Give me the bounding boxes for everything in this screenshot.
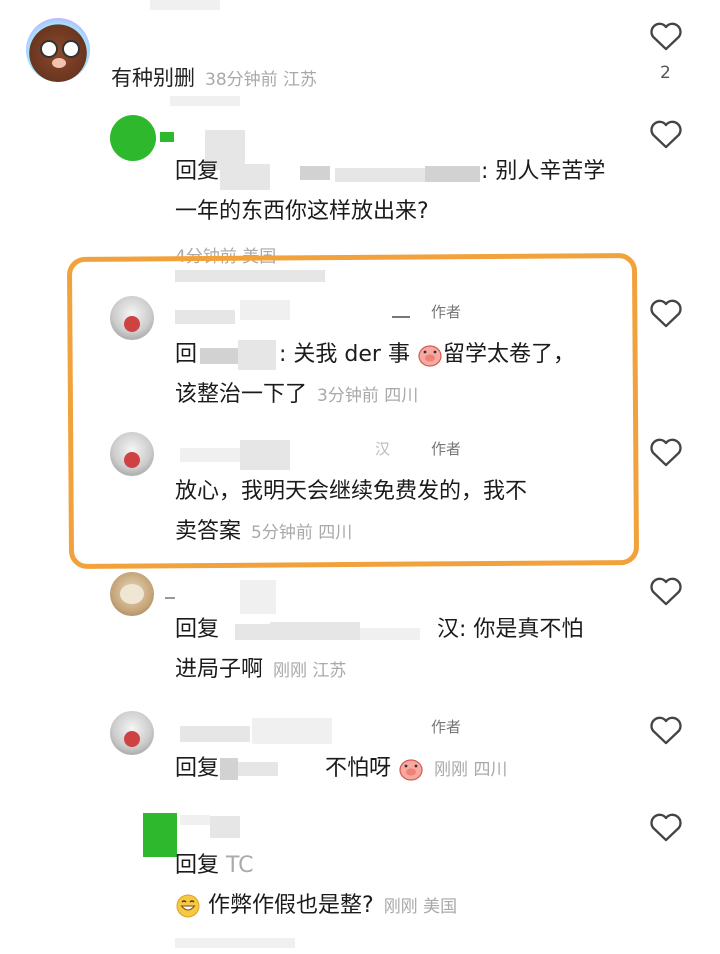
comment-text: 回复 汉: 你是真不怕 进局子啊 刚刚 江苏 bbox=[175, 610, 583, 691]
redacted-block bbox=[150, 0, 220, 10]
name-fragment: 汉 bbox=[375, 440, 391, 458]
comment-location: 江苏 bbox=[283, 70, 318, 90]
avatar-fragment bbox=[160, 132, 174, 142]
heart-outline-icon[interactable] bbox=[648, 297, 684, 329]
redacted-block bbox=[175, 270, 325, 282]
divider bbox=[165, 597, 175, 599]
comment-line: : 关我 der 事 bbox=[279, 342, 410, 367]
comments-screen: { "comments": [ {"name":"有种别删","time":"3… bbox=[0, 0, 720, 954]
heart-outline-icon[interactable] bbox=[648, 811, 684, 843]
comment-time: 刚刚 bbox=[383, 897, 418, 917]
redacted-block bbox=[220, 758, 238, 780]
comment-time: 刚刚 bbox=[434, 760, 469, 780]
redacted-block bbox=[175, 938, 295, 948]
redacted-block bbox=[360, 628, 420, 640]
comment-location: 四川 bbox=[473, 760, 508, 780]
author-tag: 作者 bbox=[431, 303, 462, 321]
avatar[interactable] bbox=[143, 813, 177, 857]
redacted-block bbox=[235, 624, 275, 640]
comment-time: 3分钟前 bbox=[317, 386, 379, 406]
redacted-block bbox=[180, 815, 210, 825]
comment-location: 江苏 bbox=[312, 661, 347, 681]
redacted-block bbox=[300, 166, 330, 180]
comment-line: 卖答案 bbox=[175, 519, 242, 544]
reply-prefix: 回复 bbox=[175, 853, 220, 878]
comment-line: 汉: 你是真不怕 bbox=[437, 617, 584, 642]
redacted-block bbox=[425, 166, 480, 182]
heart-outline-icon[interactable] bbox=[648, 20, 684, 52]
divider bbox=[392, 316, 410, 318]
comment-line: 放心，我明天会继续免费发的，我不 bbox=[175, 479, 528, 504]
redacted-block bbox=[240, 440, 290, 470]
redacted-block bbox=[270, 622, 360, 640]
comment-location: 四川 bbox=[384, 386, 419, 406]
avatar[interactable] bbox=[110, 572, 154, 616]
heart-outline-icon[interactable] bbox=[648, 118, 684, 150]
avatar[interactable] bbox=[110, 432, 154, 476]
like-count: 2 bbox=[660, 63, 671, 83]
redacted-block bbox=[220, 164, 270, 190]
redacted-block bbox=[252, 718, 332, 744]
comment-line: 一年的东西你这样放出来? bbox=[175, 199, 429, 224]
redacted-block bbox=[175, 310, 235, 324]
comment-line: : 别人辛苦学 bbox=[481, 159, 606, 184]
pig-face-emoji bbox=[399, 759, 423, 781]
comment-line: 不怕呀 bbox=[325, 756, 392, 781]
redacted-block bbox=[170, 96, 240, 106]
redacted-block bbox=[335, 168, 425, 182]
comment-text: 回复 TC 作弊作假也是整? 刚刚 美国 bbox=[175, 846, 457, 927]
avatar[interactable] bbox=[110, 296, 154, 340]
username[interactable]: 有种别删 bbox=[111, 66, 195, 90]
avatar[interactable] bbox=[110, 115, 156, 161]
reply-prefix: 回复 bbox=[175, 159, 220, 184]
reply-prefix: 回复 bbox=[175, 617, 220, 642]
comment-time: 38分钟前 bbox=[205, 70, 278, 90]
reply-prefix: 回 bbox=[175, 342, 198, 367]
comment-line: 该整治一下了 bbox=[175, 382, 308, 407]
author-tag: 作者 bbox=[431, 440, 462, 458]
avatar[interactable] bbox=[110, 711, 154, 755]
avatar[interactable] bbox=[26, 18, 90, 82]
heart-outline-icon[interactable] bbox=[648, 436, 684, 468]
comment-header: 有种别删 38分钟前 江苏 bbox=[111, 62, 317, 92]
heart-outline-icon[interactable] bbox=[648, 714, 684, 746]
redacted-block bbox=[238, 340, 276, 370]
comment-time: 刚刚 bbox=[273, 661, 308, 681]
comment-text: 放心，我明天会继续免费发的，我不 卖答案 5分钟前 四川 bbox=[175, 472, 527, 553]
redacted-block bbox=[210, 816, 240, 838]
comment-time: 5分钟前 bbox=[251, 523, 313, 543]
author-tag: 作者 bbox=[431, 718, 462, 736]
comment-line: 留学太卷了， bbox=[442, 342, 575, 367]
comment-line: 进局子啊 bbox=[175, 657, 264, 682]
redacted-block bbox=[180, 726, 250, 742]
redacted-block bbox=[238, 762, 278, 776]
redacted-block bbox=[240, 300, 290, 320]
reply-prefix: 回复 bbox=[175, 756, 220, 781]
reply-target[interactable]: TC bbox=[226, 853, 254, 878]
comment-location: 美国 bbox=[423, 897, 458, 917]
redacted-block bbox=[240, 580, 276, 614]
comment-line: 作弊作假也是整? bbox=[208, 893, 374, 918]
grinning-face-emoji bbox=[176, 894, 200, 918]
heart-outline-icon[interactable] bbox=[648, 575, 684, 607]
pig-face-emoji bbox=[418, 345, 442, 367]
comment-location: 四川 bbox=[318, 523, 353, 543]
